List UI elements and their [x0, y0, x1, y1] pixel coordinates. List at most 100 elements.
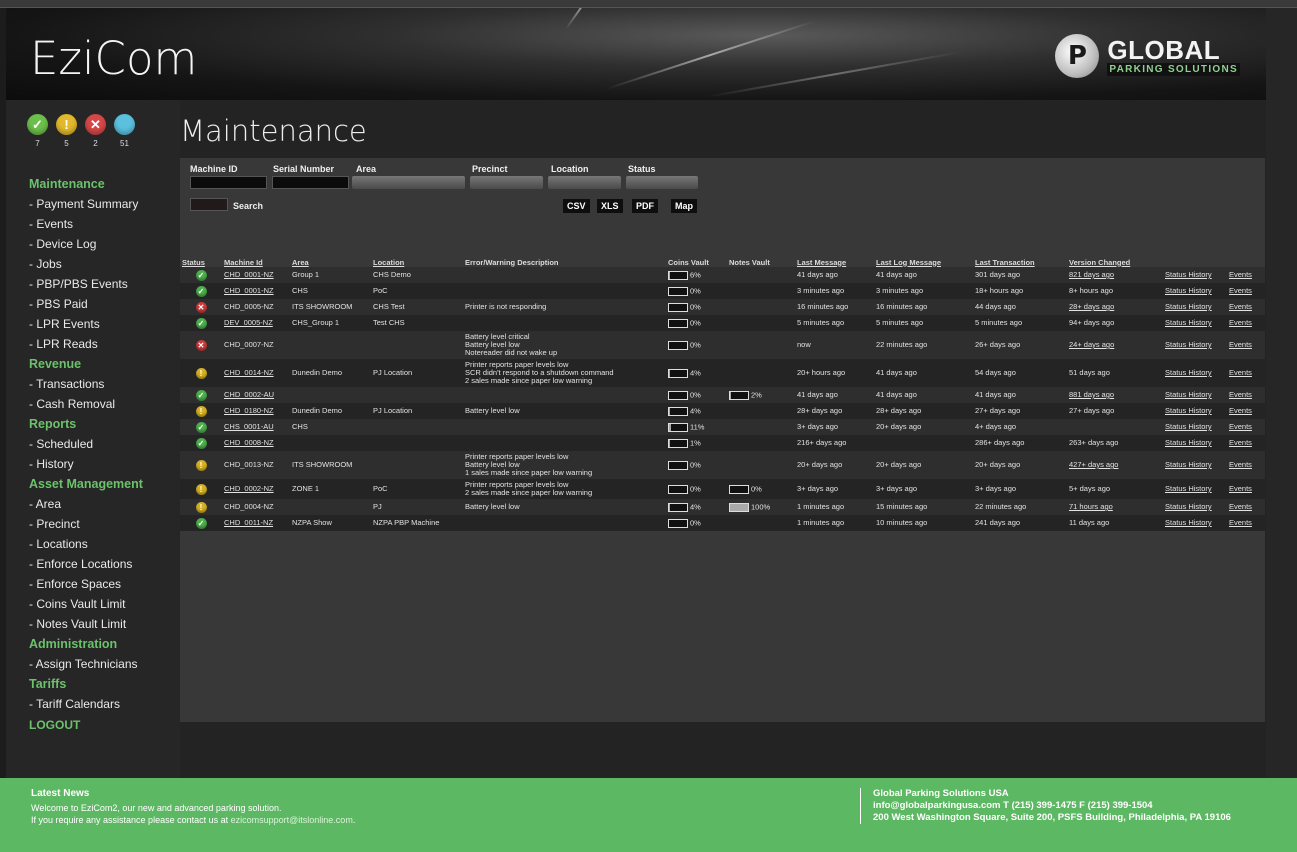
version-changed-link[interactable]: 71 hours ago	[1067, 499, 1163, 515]
status-history-link[interactable]: Status History	[1163, 387, 1227, 403]
nav-item-precinct[interactable]: Precinct	[29, 516, 179, 536]
status-history-link[interactable]: Status History	[1163, 331, 1227, 359]
version-changed-link[interactable]: 881 days ago	[1067, 387, 1163, 403]
machine-id-link[interactable]: DEV_0005-NZ	[222, 315, 290, 331]
nav-section-administration[interactable]: Administration	[29, 636, 179, 656]
status-count-error[interactable]: ✕ 2	[84, 114, 107, 148]
machine-id-link[interactable]: CHD_0005-NZ	[222, 299, 290, 315]
col-last-message[interactable]: Last Message	[795, 257, 874, 267]
col-location[interactable]: Location	[371, 257, 463, 267]
status-history-link[interactable]: Status History	[1163, 435, 1227, 451]
col-version-changed[interactable]: Version Changed	[1067, 257, 1163, 267]
machine-id-link[interactable]: CHD_0007-NZ	[222, 331, 290, 359]
events-link[interactable]: Events	[1227, 283, 1265, 299]
support-email-link[interactable]: ezicomsupport@itslonline.com	[231, 815, 353, 825]
machine-id-link[interactable]: CHD_0001-NZ	[222, 267, 290, 283]
version-changed-link[interactable]	[1067, 419, 1163, 435]
table-row[interactable]: ✓ CHD_0008-NZ 1% 216+ days ago 286+ days ago…	[180, 435, 1265, 451]
map-button[interactable]: Map	[671, 199, 697, 213]
nav-item-enforce-spaces[interactable]: Enforce Spaces	[29, 576, 179, 596]
nav-item-events[interactable]: Events	[29, 216, 179, 236]
serial-number-input[interactable]	[272, 176, 349, 189]
status-history-link[interactable]: Status History	[1163, 515, 1227, 531]
version-changed-link[interactable]: 5+ days ago	[1067, 479, 1163, 499]
events-link[interactable]: Events	[1227, 267, 1265, 283]
nav-item-pbp-pbs-events[interactable]: PBP/PBS Events	[29, 276, 179, 296]
search-box[interactable]	[190, 198, 228, 211]
nav-section-asset-management[interactable]: Asset Management	[29, 476, 179, 496]
nav-section-maintenance[interactable]: Maintenance	[29, 176, 179, 196]
nav-item-jobs[interactable]: Jobs	[29, 256, 179, 276]
col-status[interactable]: Status	[180, 257, 222, 267]
nav-section-revenue[interactable]: Revenue	[29, 356, 179, 376]
version-changed-link[interactable]: 263+ days ago	[1067, 435, 1163, 451]
version-changed-link[interactable]: 11 days ago	[1067, 515, 1163, 531]
machine-id-link[interactable]: CHD_0001-NZ	[222, 283, 290, 299]
table-row[interactable]: ! CHD_0002-NZ ZONE 1 PoC Printer reports pap…	[180, 479, 1265, 499]
nav-item-history[interactable]: History	[29, 456, 179, 476]
nav-item-tariff-calendars[interactable]: Tariff Calendars	[29, 696, 179, 716]
table-row[interactable]: ! CHD_0004-NZ PJ Battery level low 4% 100% 1 m…	[180, 499, 1265, 515]
version-changed-link[interactable]: 28+ days ago	[1067, 299, 1163, 315]
col-last-transaction[interactable]: Last Transaction	[973, 257, 1067, 267]
table-row[interactable]: ✓ DEV_0005-NZ CHS_Group 1 Test CHS 0% 5 minut…	[180, 315, 1265, 331]
table-row[interactable]: ! CHD_0014-NZ Dunedin Demo PJ Location Print…	[180, 359, 1265, 387]
nav-item-scheduled[interactable]: Scheduled	[29, 436, 179, 456]
table-row[interactable]: ! CHD_0013-NZ ITS SHOWROOM Printer reports …	[180, 451, 1265, 479]
events-link[interactable]: Events	[1227, 403, 1265, 419]
csv-export-button[interactable]: CSV	[563, 199, 590, 213]
status-history-link[interactable]: Status History	[1163, 499, 1227, 515]
machine-id-link[interactable]: CHD_0180-NZ	[222, 403, 290, 419]
pdf-export-button[interactable]: PDF	[632, 199, 658, 213]
version-changed-link[interactable]: 8+ hours ago	[1067, 283, 1163, 299]
status-select[interactable]	[626, 176, 698, 189]
precinct-select[interactable]	[470, 176, 543, 189]
events-link[interactable]: Events	[1227, 499, 1265, 515]
status-history-link[interactable]: Status History	[1163, 267, 1227, 283]
version-changed-link[interactable]: 427+ days ago	[1067, 451, 1163, 479]
status-history-link[interactable]: Status History	[1163, 403, 1227, 419]
machine-id-link[interactable]: CHD_0013-NZ	[222, 451, 290, 479]
table-row[interactable]: ✕ CHD_0005-NZ ITS SHOWROOM CHS Test Printer …	[180, 299, 1265, 315]
table-row[interactable]: ✓ CHD_0001-NZ Group 1 CHS Demo 6% 41 days ago…	[180, 267, 1265, 283]
nav-item-coins-vault-limit[interactable]: Coins Vault Limit	[29, 596, 179, 616]
location-select[interactable]	[548, 176, 621, 189]
nav-item-pbs-paid[interactable]: PBS Paid	[29, 296, 179, 316]
nav-item-device-log[interactable]: Device Log	[29, 236, 179, 256]
events-link[interactable]: Events	[1227, 419, 1265, 435]
events-link[interactable]: Events	[1227, 515, 1265, 531]
machine-id-link[interactable]: CHS_0001-AU	[222, 419, 290, 435]
events-link[interactable]: Events	[1227, 435, 1265, 451]
nav-section-tariffs[interactable]: Tariffs	[29, 676, 179, 696]
col-machine-id[interactable]: Machine Id	[222, 257, 290, 267]
table-row[interactable]: ✓ CHS_0001-AU CHS 11% 3+ days ago 20+ days ag…	[180, 419, 1265, 435]
status-history-link[interactable]: Status History	[1163, 359, 1227, 387]
status-count-ok[interactable]: ✓ 7	[26, 114, 49, 148]
events-link[interactable]: Events	[1227, 451, 1265, 479]
status-history-link[interactable]: Status History	[1163, 451, 1227, 479]
status-history-link[interactable]: Status History	[1163, 283, 1227, 299]
nav-item-area[interactable]: Area	[29, 496, 179, 516]
status-history-link[interactable]: Status History	[1163, 479, 1227, 499]
col-area[interactable]: Area	[290, 257, 371, 267]
logout-link[interactable]: LOGOUT	[29, 718, 179, 732]
xls-export-button[interactable]: XLS	[597, 199, 623, 213]
nav-item-assign-technicians[interactable]: Assign Technicians	[29, 656, 179, 676]
nav-item-notes-vault-limit[interactable]: Notes Vault Limit	[29, 616, 179, 636]
status-history-link[interactable]: Status History	[1163, 299, 1227, 315]
table-row[interactable]: ✕ CHD_0007-NZ Battery level critical Batter…	[180, 331, 1265, 359]
nav-item-enforce-locations[interactable]: Enforce Locations	[29, 556, 179, 576]
status-history-link[interactable]: Status History	[1163, 315, 1227, 331]
machine-id-link[interactable]: CHD_0008-NZ	[222, 435, 290, 451]
version-changed-link[interactable]: 94+ days ago	[1067, 315, 1163, 331]
nav-item-locations[interactable]: Locations	[29, 536, 179, 556]
events-link[interactable]: Events	[1227, 387, 1265, 403]
nav-item-payment-summary[interactable]: Payment Summary	[29, 196, 179, 216]
status-history-link[interactable]: Status History	[1163, 419, 1227, 435]
machine-id-link[interactable]: CHD_0014-NZ	[222, 359, 290, 387]
search-button[interactable]: Search	[233, 201, 263, 211]
area-select[interactable]	[352, 176, 465, 189]
nav-item-lpr-events[interactable]: LPR Events	[29, 316, 179, 336]
events-link[interactable]: Events	[1227, 331, 1265, 359]
machine-id-link[interactable]: CHD_0004-NZ	[222, 499, 290, 515]
